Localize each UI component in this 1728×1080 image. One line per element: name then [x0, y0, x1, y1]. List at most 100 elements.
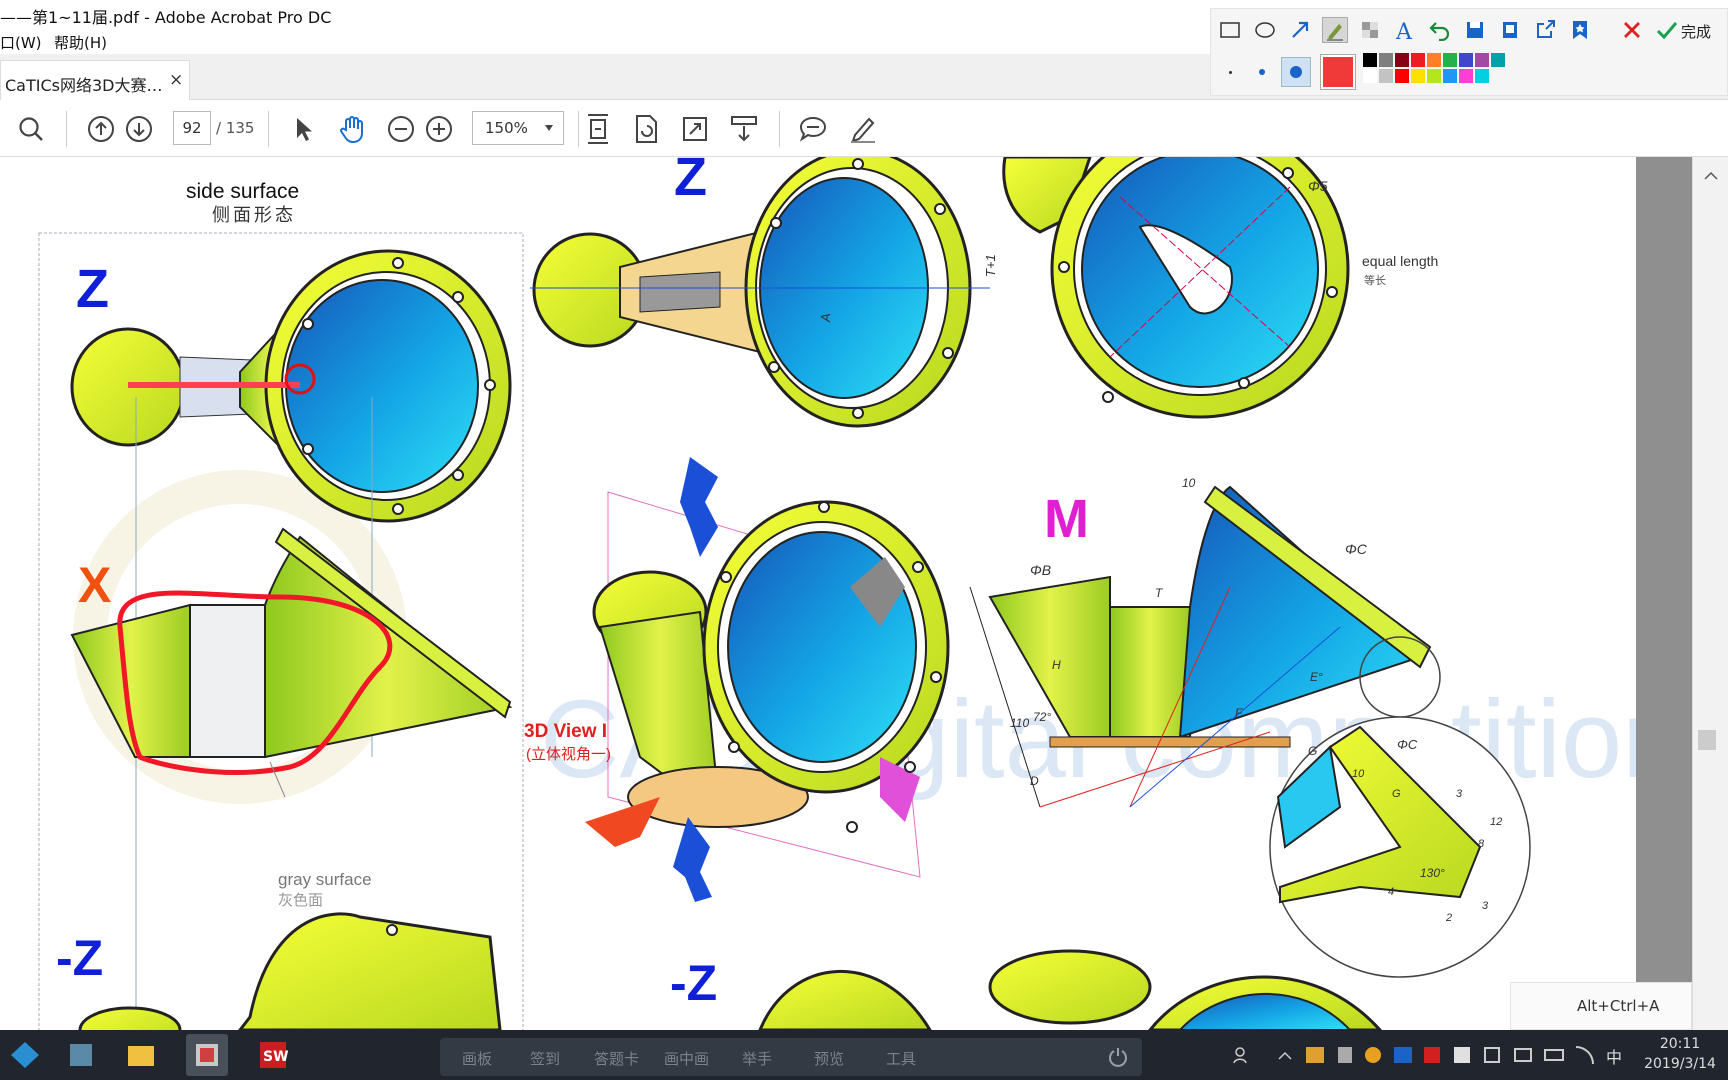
gray-surface-cn: 灰色面 [278, 892, 323, 909]
app-icon-1[interactable] [60, 1034, 102, 1076]
color-swatch[interactable] [1491, 53, 1505, 67]
full-screen-icon[interactable] [679, 113, 711, 145]
zoom-in-icon[interactable] [423, 113, 455, 145]
dim-8: 8 [1478, 838, 1485, 850]
color-swatch[interactable] [1363, 53, 1377, 67]
highlight-icon[interactable] [847, 113, 879, 145]
document-tab[interactable]: CaTICs网络3D大赛… × [0, 60, 190, 100]
pin-icon[interactable] [1497, 17, 1523, 43]
scrollbar-thumb[interactable] [1698, 730, 1716, 750]
text-tool-icon[interactable]: A [1392, 17, 1418, 43]
ime-indicator[interactable]: 中 [1606, 1044, 1622, 1068]
color-swatch[interactable] [1475, 53, 1489, 67]
outlook-icon[interactable] [1394, 1047, 1412, 1063]
page-number-input[interactable]: 92 [173, 111, 211, 145]
people-icon[interactable] [1232, 1045, 1252, 1065]
dim-130: 130° [1420, 866, 1445, 880]
dim-t-plus-1: T+1 [983, 254, 998, 277]
dock-item-draw[interactable]: 画板 [462, 1048, 492, 1069]
start-icon[interactable] [4, 1034, 46, 1076]
dock-item-answer-sheet[interactable]: 答题卡 [594, 1048, 639, 1069]
rotate-page-icon[interactable] [630, 113, 662, 145]
tray-expand-icon[interactable] [1277, 1050, 1293, 1062]
bookmark-icon[interactable] [1567, 17, 1593, 43]
pdf-page-view[interactable]: CAD digital competition side surface 侧面形… [0, 157, 1636, 1030]
large-brush-size[interactable] [1281, 57, 1311, 87]
save-icon[interactable] [1462, 17, 1488, 43]
engineering-drawing: CAD digital competition side surface 侧面形… [38, 157, 1636, 1030]
dim-3: 3 [1456, 788, 1463, 800]
tray-app-icon-2[interactable] [1338, 1047, 1352, 1063]
acrobat-app-icon[interactable] [186, 1034, 228, 1076]
fit-page-icon[interactable] [582, 113, 614, 145]
color-swatch[interactable] [1427, 53, 1441, 67]
color-swatch[interactable] [1475, 69, 1489, 83]
color-swatch[interactable] [1411, 53, 1425, 67]
vertical-scrollbar[interactable] [1692, 157, 1728, 1030]
selected-color-swatch[interactable] [1320, 54, 1356, 90]
clock-time: 20:11 [1659, 1036, 1701, 1052]
scroll-up-icon[interactable] [1701, 169, 1721, 183]
color-swatch[interactable] [1363, 69, 1377, 83]
ellipse-tool-icon[interactable] [1252, 17, 1278, 43]
dim-h: H [1052, 658, 1061, 672]
small-brush-size[interactable] [1229, 71, 1232, 74]
undo-icon[interactable] [1427, 17, 1453, 43]
color-swatch[interactable] [1443, 53, 1457, 67]
done-button[interactable]: 完成 [1681, 21, 1711, 42]
close-tab-icon[interactable]: × [169, 70, 183, 90]
color-swatch[interactable] [1395, 69, 1409, 83]
power-icon[interactable] [1106, 1045, 1130, 1069]
dock-item-pip[interactable]: 画中画 [664, 1048, 709, 1069]
zoom-out-icon[interactable] [385, 113, 417, 145]
cancel-icon[interactable] [1619, 17, 1645, 43]
color-swatch[interactable] [1459, 69, 1473, 83]
tray-app-icon-1[interactable] [1306, 1047, 1324, 1063]
folder-icon[interactable] [120, 1034, 162, 1076]
tray-shield-icon[interactable] [1424, 1047, 1440, 1063]
share-icon[interactable] [1532, 17, 1558, 43]
dock-item-preview[interactable]: 预览 [814, 1048, 844, 1069]
scroll-mode-icon[interactable] [728, 113, 760, 145]
wifi-icon[interactable] [1576, 1046, 1594, 1064]
pen-tool-icon[interactable] [1322, 17, 1348, 43]
search-icon[interactable] [15, 113, 47, 145]
medium-brush-size[interactable] [1259, 69, 1265, 75]
security-icon[interactable] [1484, 1047, 1500, 1063]
solidworks-icon[interactable]: SW [252, 1034, 294, 1076]
comment-icon[interactable] [797, 113, 829, 145]
hand-tool-icon[interactable] [336, 113, 368, 145]
taskbar: SW 画板 签到 答题卡 画中画 举手 预览 工具 中 20:11 2019/3… [0, 1030, 1728, 1080]
dock-item-checkin[interactable]: 签到 [530, 1048, 560, 1069]
checkmark-icon[interactable] [1654, 17, 1680, 43]
volume-icon[interactable] [1514, 1048, 1532, 1062]
zoom-select[interactable]: 150% [472, 111, 564, 145]
next-page-icon[interactable] [123, 113, 155, 145]
clock[interactable]: 20:11 2019/3/14 [1638, 1034, 1722, 1074]
color-swatch[interactable] [1411, 69, 1425, 83]
tray-app-icon-4[interactable] [1454, 1047, 1470, 1063]
color-swatch[interactable] [1379, 69, 1393, 83]
arrow-tool-icon[interactable] [1287, 17, 1313, 43]
dock-item-tools[interactable]: 工具 [886, 1048, 916, 1069]
tray-app-icon-3[interactable] [1365, 1047, 1381, 1063]
menu-window[interactable]: 口(W) [0, 32, 42, 53]
mosaic-tool-icon[interactable] [1357, 17, 1383, 43]
color-swatch[interactable] [1427, 69, 1441, 83]
battery-icon[interactable] [1544, 1049, 1564, 1061]
color-swatch[interactable] [1443, 69, 1457, 83]
color-swatch[interactable] [1459, 53, 1473, 67]
dim-g: G [1308, 744, 1317, 758]
phi5-label: Φ5 [1308, 178, 1328, 194]
dim-72: 72° [1033, 710, 1051, 724]
menu-help[interactable]: 帮助(H) [54, 32, 107, 53]
color-swatch[interactable] [1379, 53, 1393, 67]
previous-page-icon[interactable] [85, 113, 117, 145]
rectangle-tool-icon[interactable] [1217, 17, 1243, 43]
neg-z-label-left: -Z [56, 930, 103, 986]
dock-item-raise-hand[interactable]: 举手 [742, 1048, 772, 1069]
dim-10: 10 [1182, 476, 1196, 490]
dim-12: 12 [1490, 816, 1502, 828]
select-tool-icon[interactable] [287, 113, 319, 145]
color-swatch[interactable] [1395, 53, 1409, 67]
